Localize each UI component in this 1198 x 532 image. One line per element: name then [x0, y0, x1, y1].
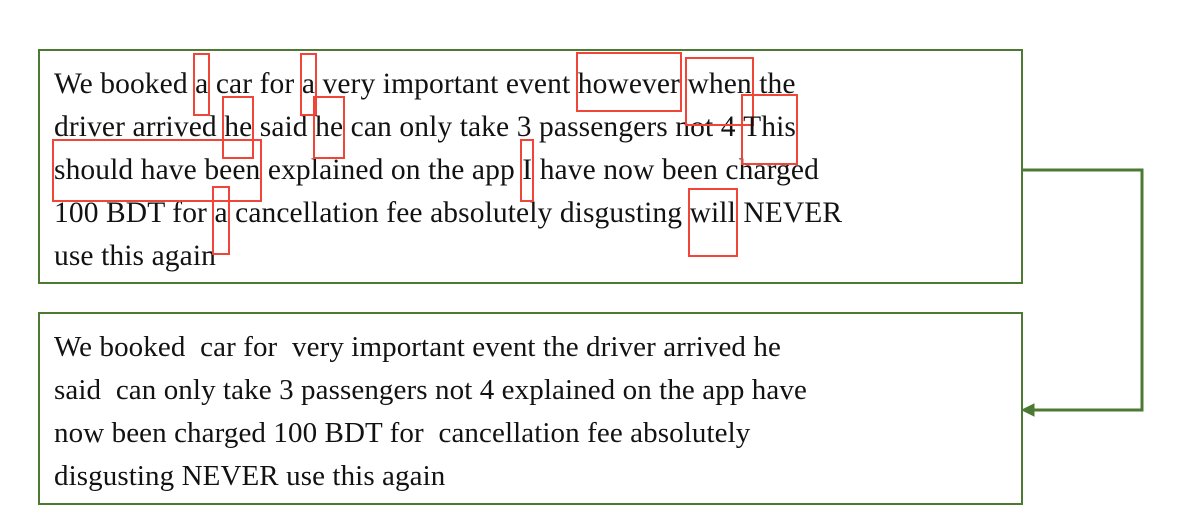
original-line-2: driver arrived he said he can only take …: [54, 94, 1007, 165]
highlighted-word-label: I: [522, 154, 533, 186]
highlighted-word: he: [313, 96, 346, 159]
text-run: cancellation fee absolutely disgusting: [227, 197, 690, 229]
cleaned-line-2: said can only take 3 passengers not 4 ex…: [54, 374, 807, 406]
text-run: the: [751, 68, 796, 100]
highlighted-word-label: a: [301, 68, 316, 100]
highlighted-word-label: a: [195, 68, 209, 100]
highlighted-word-label: a: [214, 197, 228, 229]
text-run: driver arrived: [54, 111, 225, 143]
text-run: We booked: [54, 68, 196, 100]
highlighted-word: a: [193, 53, 211, 116]
highlighted-word-label: when: [687, 68, 752, 100]
highlighted-word-label: however: [577, 68, 680, 100]
highlighted-word: will: [687, 188, 739, 257]
cleaned-review-textbox: We booked car for very important event t…: [38, 312, 1023, 505]
text-run: NEVER: [735, 197, 843, 229]
flow-arrow-icon: [1020, 168, 1144, 417]
text-run: explained on the app: [260, 154, 523, 186]
text-run: use this again: [54, 240, 216, 272]
original-line-5: use this again: [54, 235, 1007, 278]
original-line-4: 100 BDT for a cancellation fee absolutel…: [54, 186, 1007, 257]
text-run: very important event: [315, 68, 578, 100]
highlighted-word: when: [685, 57, 755, 126]
highlighted-word: should have been: [51, 139, 263, 202]
flow-arrow-path: [1022, 168, 1144, 412]
text-run: can only take 3 passengers not 4: [343, 111, 744, 143]
highlighted-word: however: [575, 52, 683, 112]
cleaned-line-4: disgusting NEVER use this again: [54, 460, 446, 492]
original-line-1: We booked a car for a very important eve…: [54, 52, 1007, 126]
cleaned-line-3: now been charged 100 BDT for cancellatio…: [54, 417, 751, 449]
highlighted-word-label: he: [315, 111, 344, 143]
highlighted-word-label: he: [224, 111, 253, 143]
figure-canvas: We booked a car for a very important eve…: [0, 0, 1198, 532]
highlighted-word: I: [520, 139, 535, 202]
original-line-3: should have been explained on the app I …: [51, 139, 1007, 202]
highlighted-word-label: This: [743, 111, 796, 143]
highlighted-word: This: [741, 94, 798, 165]
flow-arrow-connector: [1020, 160, 1148, 420]
highlighted-word: a: [212, 186, 230, 255]
original-review-textbox: We booked a car for a very important eve…: [38, 49, 1023, 284]
highlighted-word: he: [222, 96, 255, 159]
text-run: 100 BDT for: [54, 197, 215, 229]
text-run: have now been charged: [532, 154, 819, 186]
text-run: [680, 68, 687, 100]
flow-arrow-head: [1020, 403, 1035, 417]
cleaned-line-1: We booked car for very important event t…: [54, 331, 781, 363]
text-run: car for: [208, 68, 302, 100]
highlighted-word-label: should have been: [54, 154, 261, 186]
text-run: said: [252, 111, 316, 143]
highlighted-word: a: [299, 53, 318, 116]
highlighted-word-label: will: [689, 197, 736, 229]
